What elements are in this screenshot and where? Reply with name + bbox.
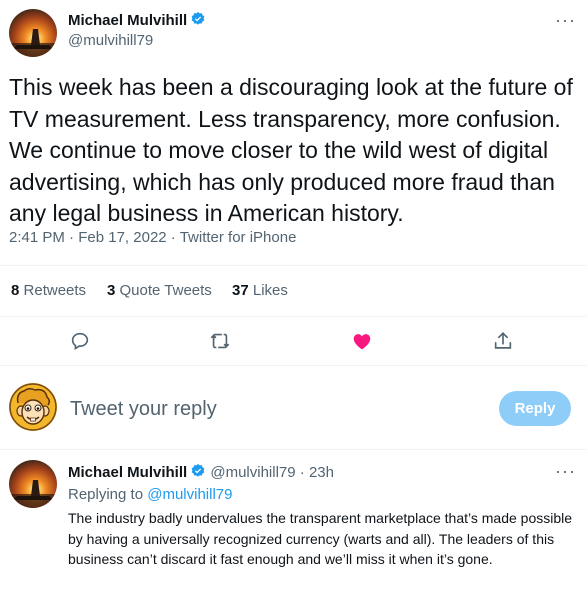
- retweet-action-button[interactable]: [209, 330, 231, 357]
- replying-to-prefix: Replying to: [68, 486, 144, 503]
- tweet-text: This week has been a discouraging look a…: [9, 74, 573, 226]
- reply-more-options-button[interactable]: ···: [555, 461, 576, 482]
- meta-separator: ·: [170, 229, 176, 246]
- reply-icon: [71, 332, 89, 351]
- replying-to-link[interactable]: @mulvihill79: [147, 486, 232, 503]
- divider: [0, 449, 587, 450]
- quotes-stat[interactable]: 3 Quote Tweets: [107, 282, 212, 299]
- reply-header: Michael Mulvihill @mulvihill79 · 23h: [68, 463, 334, 481]
- share-action-button[interactable]: [492, 330, 514, 357]
- reply-input[interactable]: Tweet your reply: [70, 398, 217, 421]
- share-icon: [494, 332, 512, 349]
- reply-author-handle[interactable]: @mulvihill79: [210, 464, 295, 481]
- avatar-image: [9, 29, 57, 57]
- author-name-row: Michael Mulvihill: [68, 11, 206, 30]
- meta-separator: ·: [69, 229, 75, 246]
- tweet-meta: 2:41 PM · Feb 17, 2022 · Twitter for iPh…: [9, 229, 296, 246]
- tweet-time[interactable]: 2:41 PM: [9, 229, 65, 246]
- divider: [0, 365, 587, 366]
- meta-separator: ·: [299, 464, 305, 481]
- reply-button[interactable]: Reply: [499, 391, 571, 426]
- tweet-date[interactable]: Feb 17, 2022: [78, 229, 166, 246]
- like-action-button[interactable]: [351, 330, 373, 357]
- quotes-label: Quote Tweets: [119, 282, 212, 299]
- reply-action-button[interactable]: [69, 330, 91, 357]
- author-avatar[interactable]: [9, 9, 57, 57]
- user-avatar[interactable]: [9, 383, 57, 431]
- likes-count: 37: [232, 282, 249, 299]
- reply-text: The industry badly undervalues the trans…: [68, 510, 573, 567]
- author-name[interactable]: Michael Mulvihill: [68, 12, 187, 29]
- quotes-count: 3: [107, 282, 116, 299]
- more-options-button[interactable]: ···: [555, 10, 576, 31]
- retweets-stat[interactable]: 8 Retweets: [11, 282, 86, 299]
- retweet-icon: [210, 333, 230, 349]
- reply-author-avatar[interactable]: [9, 460, 57, 508]
- cartoon-face-avatar-icon: [9, 383, 57, 431]
- verified-badge-icon: [191, 12, 205, 25]
- author-handle[interactable]: @mulvihill79: [68, 32, 153, 49]
- divider: [0, 265, 587, 266]
- divider: [0, 316, 587, 317]
- replying-to-line: Replying to @mulvihill79: [68, 486, 232, 503]
- retweets-label: Retweets: [23, 282, 87, 299]
- like-icon: [353, 334, 371, 350]
- verified-badge-icon: [191, 464, 205, 477]
- tweet-source[interactable]: Twitter for iPhone: [180, 229, 297, 246]
- avatar-image: [9, 480, 57, 508]
- retweets-count: 8: [11, 282, 20, 299]
- likes-stat[interactable]: 37 Likes: [232, 282, 288, 299]
- reply-author-name[interactable]: Michael Mulvihill: [68, 464, 187, 481]
- likes-label: Likes: [252, 282, 288, 299]
- reply-age[interactable]: 23h: [309, 464, 334, 481]
